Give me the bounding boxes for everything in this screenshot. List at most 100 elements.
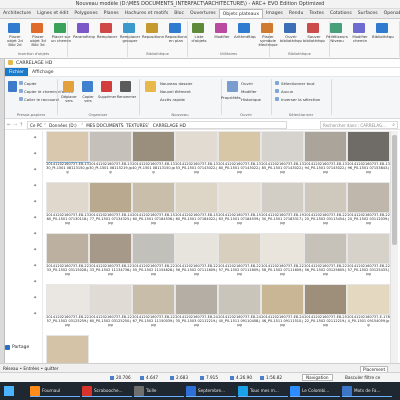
file-thumbnail[interactable] [347,233,390,264]
file-thumbnail[interactable] [304,182,347,213]
file-tile[interactable]: 20141202160737-E8-1380_P0-1501 07143022.… [218,131,261,181]
file-thumbnail[interactable] [261,182,304,213]
file-name[interactable]: 20141202160737-E8-1380_P0-1501 07130118.… [46,213,89,226]
file-thumbnail[interactable] [46,131,90,163]
file-tile[interactable]: 20141202160737-E8-2233_P0-1502 03115028.… [46,233,89,283]
ribbon-tool-icon[interactable] [54,23,66,33]
breadcrumb-item[interactable]: CARRELAGE HD [153,123,186,128]
app-tab[interactable]: Cotations [327,9,355,18]
taskbar-item[interactable]: Scrabooche... [82,385,132,397]
file-name[interactable]: 20141202160737-E8-2258_P0-1502 07111609.… [261,264,304,277]
search-input[interactable]: Rechercher dans : CARRELAG... ⌕ [320,121,398,129]
ribbon-tool-label[interactable]: Placer objet 2d Bibl 2d [4,35,26,48]
file-tile[interactable]: 20141202160737-E8-2446_P0-1511 09111510.… [261,284,304,334]
ribbon-tool-icon[interactable] [353,23,365,33]
file-thumbnail[interactable] [46,284,89,315]
app-tab[interactable]: Ouvertures [187,9,219,18]
app-tab[interactable]: Images [263,9,286,18]
ribbon-tool-label[interactable]: Repositionner en plan [165,35,187,48]
open-action[interactable]: Ouvrir [241,81,253,86]
file-name[interactable]: 20141202160737-E8-1380_P0-1501 07143022.… [218,162,261,175]
file-name[interactable]: 20141202160737-E8-2440_P0-1511 09110408.… [218,315,261,328]
pin-icon[interactable]: ✦ [33,183,37,189]
ribbon-tool-icon[interactable] [284,23,296,33]
file-tile[interactable]: 20141202160737-E8-2435_P0-1503 02112219.… [175,284,218,334]
pin-icon[interactable]: ✦ [33,295,37,301]
ribbon-tool-label[interactable]: Placer sur un chemin [50,35,72,48]
app-tab[interactable]: Surfaces [355,9,381,18]
ribbon-tool-label[interactable]: Remplacer [96,35,118,48]
file-tile[interactable]: 20141202160737-E8-2233_P0-1502 11134736.… [89,233,132,283]
app-tab[interactable]: Polygones [71,9,100,18]
new-action[interactable]: Accès rapide [160,97,185,102]
file-name[interactable]: 20141202160737-E8-1563_P0-1501 07184539.… [218,213,261,226]
app-tab[interactable]: Architecture [0,9,34,18]
ribbon-tool-icon[interactable] [8,23,20,33]
file-thumbnail[interactable] [218,284,261,315]
pin-icon[interactable]: ✦ [33,167,37,173]
file-thumbnail[interactable] [89,131,132,162]
taskbar-item[interactable]: Septembre... [186,385,236,397]
file-name[interactable]: 20141202160737-E8-1560_P0-1501 07184022.… [175,213,218,226]
file-tile[interactable]: 20141202160737-E8-1353_P0-1501 07143022.… [175,131,218,181]
file-thumbnail[interactable] [218,131,261,162]
file-tile[interactable]: 20141202160737-E8-2220_P0-1502 03112039.… [347,182,390,232]
file-tile[interactable]: 20141202160737-E8-2256_P0-1502 03125605.… [304,233,347,283]
file-thumbnail[interactable] [175,233,218,264]
scrollbar-thumb[interactable] [392,135,397,245]
ribbon-tool-icon[interactable] [77,23,89,33]
file-tile[interactable]: 20141202160737-E8-2257_P0-1502 03125259.… [46,284,89,334]
pin-icon[interactable]: ✦ [33,263,37,269]
ribbon-tool-icon[interactable] [31,23,43,33]
select-action[interactable]: Aucun [281,89,293,94]
file-thumbnail[interactable] [132,182,175,213]
file-name[interactable]: 20141202160737-E8-2220_P0-1502 03112039.… [347,213,390,226]
pin-icon[interactable]: ✦ [33,311,37,317]
open-action[interactable]: Historique [241,97,261,102]
app-tab[interactable]: Objets plateaux [218,9,264,18]
file-tile[interactable]: 20141202160737-E8-1380_P0-1501 07130118.… [46,182,89,232]
taskbar-item[interactable]: Le Colombi... [290,385,340,397]
file-tile[interactable]: 20141202160737-E8-2260_P0-1502 03125250.… [89,284,132,334]
explorer-tab[interactable]: Affichage [28,68,58,76]
back-arrow-icon[interactable]: ← [7,122,11,128]
file-name[interactable]: 20141202160737-E8-1340_PI-1501 08113150.… [132,162,175,175]
file-name[interactable]: 20141202160737-E8-2267_P0-1502 11150039.… [132,315,175,328]
new-action[interactable]: Nouvel élément [160,89,191,94]
file-thumbnail[interactable] [218,182,261,213]
breadcrumb[interactable]: Ce PC › Données (D:) › MES DOCUMENTS › TEXTURE… [27,121,287,129]
pin-icon[interactable]: ✦ [33,151,37,157]
file-name[interactable]: 20141202160737-E8-2256_P0-1502 03125605.… [304,264,347,277]
app-tab[interactable]: Planes [101,9,122,18]
ribbon-tool-label[interactable]: Ouvrir bibliothèque [280,35,302,48]
ribbon-tool-label[interactable]: Bibliothèque [372,35,394,48]
ribbon-tool-label[interactable]: Modifier chemin [349,35,371,48]
taskbar-item[interactable]: Fournaul [30,385,80,397]
file-thumbnail[interactable] [347,182,390,213]
file-thumbnail[interactable] [132,233,175,264]
ribbon-tool-label[interactable]: Placer objet 3d Bibl 3d [27,35,49,48]
pin-icon[interactable]: ✦ [33,247,37,253]
taskbar-item[interactable]: Tous mes m... [238,385,288,397]
file-name[interactable]: 20141202160737-E8-1477_P0-1501 07134325.… [89,213,132,226]
vertical-scrollbar[interactable] [390,131,398,379]
new-action[interactable]: Nouveau dossier [160,81,193,86]
file-name[interactable]: 20141202160737-E8-1396_P0-1501 07153843.… [347,162,390,175]
file-tile[interactable]: 20141202160737-E8-2257_P0-1502 03125433.… [347,233,390,283]
file-name[interactable]: 20141202160737-E8-2256_P0-1502 07111609.… [175,264,218,277]
file-thumbnail[interactable] [89,284,132,315]
ribbon-tool-icon[interactable] [330,23,342,33]
file-thumbnail[interactable] [218,233,261,264]
command-line[interactable]: Réseau • Entrées • quitter Placement [0,363,400,373]
organize-icon[interactable] [82,81,93,92]
select-action[interactable]: Sélectionner tout [281,81,315,86]
new-folder-icon[interactable] [145,81,156,92]
ribbon-tool-icon[interactable] [376,23,388,33]
ribbon-tool-label[interactable]: Sauver bibliothèque [303,35,325,48]
file-thumbnail[interactable] [304,284,347,315]
ribbon-tool-label[interactable]: Arithmétique [234,35,256,48]
file-name[interactable]: 20141202160737-E8-2257_P0-1502 03125433.… [347,264,390,277]
file-name[interactable]: 20141202160737-E8-2220_P0-1502 03113454.… [304,213,347,226]
file-tile[interactable]: 20141202160737-E8-1385_P0-1501 07143022.… [261,131,304,181]
file-name[interactable]: 20141202160737-E8-1930_P0-1501 27183317.… [261,213,304,226]
